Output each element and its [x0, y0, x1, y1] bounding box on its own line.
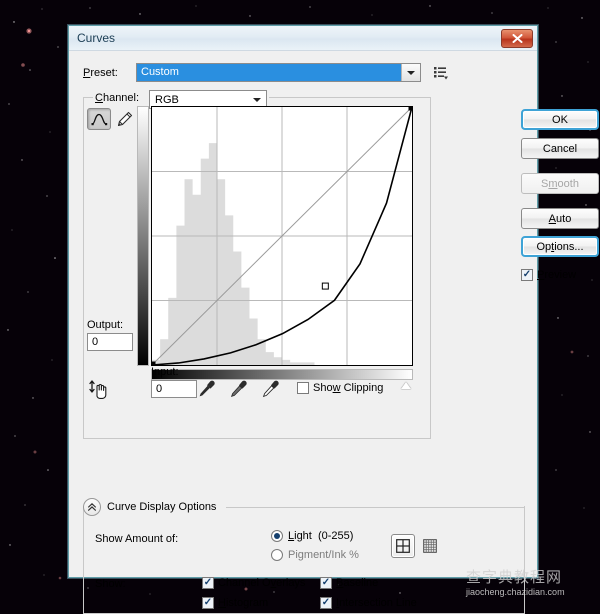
show-amount-label: Show Amount of: — [95, 533, 179, 545]
pencil-icon — [117, 111, 132, 126]
grid-size-buttons — [391, 534, 440, 558]
pigment-radio-label: Pigment/Ink % — [288, 549, 359, 561]
dialog-titlebar[interactable]: Curves — [69, 26, 537, 51]
vertical-gradient-bar — [137, 106, 149, 366]
channel-overlays-checkbox[interactable]: ✓ — [202, 577, 214, 589]
ok-button[interactable]: OK — [521, 109, 599, 130]
dialog-title: Curves — [77, 31, 116, 45]
curve-display-options-header[interactable]: Curve Display Options — [83, 498, 525, 516]
curve-plot-svg — [152, 107, 412, 365]
intersection-line-checkbox[interactable]: ✓ — [320, 597, 332, 609]
preset-menu-icon[interactable] — [433, 65, 449, 80]
eyedropper-icon — [199, 380, 215, 397]
intersection-line-label: Intersection Line — [336, 597, 417, 609]
input-input[interactable]: 0 — [151, 380, 197, 398]
grid-fine-icon — [423, 539, 437, 553]
preset-row: Preset: Custom — [83, 63, 525, 85]
curves-dialog: Curves Preset: Custom OK Cancel S m ooth… — [68, 25, 599, 614]
grid-coarse-icon — [396, 539, 410, 553]
curve-icon — [91, 113, 107, 126]
preset-label: Preset: — [83, 67, 118, 79]
curve-display-options-title: Curve Display Options — [107, 501, 217, 513]
hand-arrow-icon — [89, 380, 107, 399]
cancel-button[interactable]: Cancel — [521, 138, 599, 159]
baseline-checkbox[interactable]: ✓ — [320, 577, 332, 589]
pigment-radio-row[interactable]: Pigment/Ink % — [271, 549, 359, 561]
preview-checkbox-row[interactable]: ✓ Preview — [521, 269, 576, 281]
preview-label: Preview — [537, 269, 577, 281]
light-radio[interactable] — [271, 530, 283, 542]
channel-overlays-row[interactable]: ✓ Channel Overlays — [202, 577, 305, 589]
eyedropper-icon — [230, 380, 247, 398]
watermark-url: jiaocheng.chazidian.com — [466, 587, 565, 597]
channel-overlays-label: Channel Overlays — [218, 577, 306, 589]
close-icon[interactable] — [501, 29, 533, 48]
group-border-left — [83, 97, 93, 98]
output-input[interactable]: 0 — [87, 333, 133, 351]
intersection-line-row[interactable]: ✓ Intersection Line — [320, 597, 417, 609]
gray-point-eyedropper[interactable] — [229, 379, 249, 399]
show-clipping-row[interactable]: Show Clipping — [297, 382, 383, 394]
smooth-button: Sm ooth — [521, 173, 599, 194]
options-button[interactable]: Op t ions... — [521, 236, 599, 257]
curve-plot[interactable] — [151, 106, 413, 366]
channel-label: Channel: — [93, 92, 142, 104]
curve-control-point[interactable] — [408, 107, 412, 111]
horizontal-gradient-bar — [151, 369, 413, 380]
grid-fine-button[interactable] — [420, 536, 440, 556]
show-clipping-checkbox[interactable] — [297, 382, 309, 394]
black-point-eyedropper[interactable] — [197, 379, 217, 399]
light-radio-label: Light (0-255) — [288, 530, 354, 542]
curve-control-point[interactable] — [321, 282, 329, 290]
baseline-label: Baseline — [336, 577, 379, 589]
preset-dropdown[interactable]: Custom — [136, 63, 421, 82]
curve-control-point[interactable] — [152, 361, 156, 365]
curve-edit-tool-button[interactable] — [87, 108, 111, 130]
pigment-radio[interactable] — [271, 549, 283, 561]
watermark: 查字典教程网 jiaocheng.chazidian.com — [466, 566, 594, 597]
preset-value: Custom — [137, 64, 401, 81]
group-border-right — [269, 97, 431, 98]
input-label: Input: — [151, 366, 179, 378]
show-label: Show: — [95, 578, 126, 590]
white-point-eyedropper[interactable] — [261, 379, 281, 399]
targeted-adjustment-tool-button[interactable] — [87, 377, 111, 401]
channel-value: RGB — [155, 93, 179, 106]
chevron-down-icon[interactable] — [401, 64, 420, 81]
light-radio-row[interactable]: Light (0-255) — [271, 530, 353, 542]
dialog-body: Preset: Custom OK Cancel Sm ooth Auto Op… — [69, 51, 599, 614]
show-clipping-label: Show Clipping — [313, 382, 384, 394]
close-x-glyph — [512, 34, 522, 43]
eyedropper-icon — [262, 380, 279, 398]
histogram-label: Histogram — [218, 597, 269, 609]
histogram-row[interactable]: ✓ Histogram — [202, 597, 268, 609]
pencil-tool-button[interactable] — [114, 109, 134, 129]
histogram-checkbox[interactable]: ✓ — [202, 597, 214, 609]
baseline-row[interactable]: ✓ Baseline — [320, 577, 378, 589]
grid-coarse-button[interactable] — [391, 534, 415, 558]
auto-button[interactable]: Auto — [521, 208, 599, 229]
watermark-cn: 查字典教程网 — [466, 568, 563, 586]
white-point-slider[interactable] — [401, 382, 411, 389]
eyedropper-group — [197, 379, 281, 399]
preview-checkbox[interactable]: ✓ — [521, 269, 533, 281]
chevron-up-icon[interactable] — [83, 498, 101, 516]
section-divider — [226, 506, 525, 508]
double-chevron-up-glyph — [88, 502, 96, 511]
preset-menu-glyph — [434, 67, 448, 80]
output-label: Output: — [87, 319, 124, 331]
